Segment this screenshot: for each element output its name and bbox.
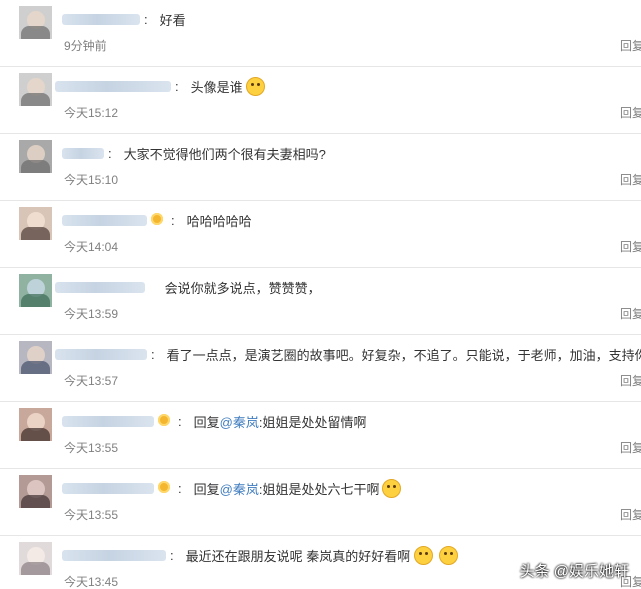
comment-time: 今天15:10	[64, 173, 119, 187]
comment-time: 今天13:55	[64, 441, 119, 455]
comment-item: : 会说你就多说点，赞赞赞， 今天13:59 回复	[0, 268, 641, 335]
crown-badge-icon	[158, 414, 170, 426]
comment-item: : 看了一点点，是演艺圈的故事吧。好复杂，不追了。只能说，于老师，加油，支持你 …	[0, 335, 641, 402]
reply-button[interactable]: 回复	[620, 238, 641, 255]
avatar[interactable]	[19, 274, 52, 307]
username-blurred[interactable]	[62, 13, 140, 25]
comment-item: : 头像是谁 今天15:12 回复	[0, 67, 641, 134]
username-blurred[interactable]	[55, 281, 145, 293]
name-separator: :	[170, 547, 174, 563]
comment-text: 好看	[159, 12, 186, 28]
avatar[interactable]	[19, 542, 52, 575]
comment-time: 今天13:57	[64, 374, 119, 388]
username-blurred[interactable]	[62, 214, 147, 226]
reply-button[interactable]: 回复	[620, 305, 641, 322]
name-separator: :	[151, 346, 155, 362]
comment-item: : 好看 9分钟前 回复	[0, 0, 641, 67]
comment-text: 大家不觉得他们两个很有夫妻相吗?	[123, 146, 326, 162]
comment-text: 最近还在跟朋友说呢 秦岚真的好好看啊	[185, 548, 411, 564]
username-blurred[interactable]	[55, 80, 171, 92]
comment-item: : 哈哈哈哈哈 今天14:04 回复	[0, 201, 641, 268]
avatar[interactable]	[19, 73, 52, 106]
reply-prefix: 回复	[193, 481, 220, 497]
comment-text: 哈哈哈哈哈	[186, 213, 252, 229]
name-separator: :	[178, 480, 182, 496]
name-separator: :	[178, 413, 182, 429]
reply-button[interactable]: 回复	[620, 506, 641, 523]
name-separator: :	[144, 11, 148, 27]
name-separator: :	[171, 212, 175, 228]
laughing-face-icon	[245, 76, 265, 96]
reply-button[interactable]: 回复	[620, 439, 641, 456]
avatar[interactable]	[19, 140, 52, 173]
avatar[interactable]	[19, 207, 52, 240]
comment-list: : 好看 9分钟前 回复 : 头像是谁 今天15:12 回复 : 大家不觉得他们…	[0, 0, 641, 589]
laughing-face-icon	[439, 545, 459, 565]
mention-link[interactable]: @秦岚	[220, 479, 259, 498]
crown-badge-icon	[151, 213, 163, 225]
comment-text: 头像是谁	[190, 79, 243, 95]
comment-item: : 大家不觉得他们两个很有夫妻相吗? 今天15:10 回复	[0, 134, 641, 201]
reply-button[interactable]: 回复	[620, 104, 641, 121]
username-blurred[interactable]	[62, 415, 154, 427]
username-blurred[interactable]	[55, 348, 147, 360]
laughing-face-icon	[382, 478, 402, 498]
comment-time: 今天13:55	[64, 508, 119, 522]
comment-text: 会说你就多说点，赞赞赞，	[164, 280, 321, 296]
avatar[interactable]	[19, 341, 52, 374]
crown-badge-icon	[158, 481, 170, 493]
username-blurred[interactable]	[62, 147, 104, 159]
avatar[interactable]	[19, 6, 52, 39]
avatar[interactable]	[19, 408, 52, 441]
comment-text: :姐姐是处处留情啊	[258, 414, 367, 430]
comment-text: :姐姐是处处六七干啊	[258, 481, 380, 497]
comment-time: 今天14:04	[64, 240, 119, 254]
reply-button[interactable]: 回复	[620, 372, 641, 389]
reply-button[interactable]: 回复	[620, 37, 641, 54]
name-separator: :	[108, 145, 112, 161]
name-separator: :	[175, 78, 179, 94]
mention-link[interactable]: @秦岚	[220, 412, 259, 431]
watermark: 头条 @娱乐她轩	[519, 563, 629, 580]
comment-text: 看了一点点，是演艺圈的故事吧。好复杂，不追了。只能说，于老师，加油，支持你	[166, 347, 641, 363]
comment-time: 今天13:59	[64, 307, 119, 321]
comment-time: 9分钟前	[64, 39, 107, 53]
reply-button[interactable]: 回复	[620, 171, 641, 188]
avatar[interactable]	[19, 475, 52, 508]
comment-item: : 回复 @秦岚 :姐姐是处处留情啊 今天13:55 回复	[0, 402, 641, 469]
reply-prefix: 回复	[193, 414, 220, 430]
username-blurred[interactable]	[62, 549, 166, 561]
name-separator: :	[149, 280, 153, 295]
comment-time: 今天13:45	[64, 575, 119, 589]
comment-item: : 回复 @秦岚 :姐姐是处处六七干啊 今天13:55 回复	[0, 469, 641, 536]
laughing-face-icon	[414, 545, 434, 565]
username-blurred[interactable]	[62, 482, 154, 494]
comment-time: 今天15:12	[64, 106, 119, 120]
